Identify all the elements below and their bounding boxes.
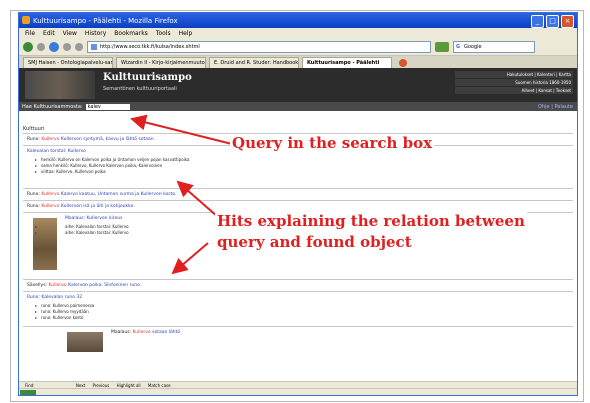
close-button[interactable]: × [561,15,574,28]
hit-bullet: viittaa: Kullervo, Kullervon poika [27,169,569,175]
annotation-query: Query in the search box [230,134,435,152]
result-text[interactable]: Kullervon syntymä, kasvu ja lähtö sotaan… [61,137,155,142]
result-prefix: Runo: [27,137,40,142]
menu-edit[interactable]: Edit [43,30,55,37]
menu-file[interactable]: File [25,30,35,37]
result-prefix: Runo: [27,192,40,197]
result-block-5: Maalaus: Kullervo sotaan lähtö [23,326,573,357]
url-bar[interactable]: http://www.seco.tkk.fi/kulsa/index.shtml [87,40,431,53]
result-text[interactable]: Kalervon poika. Sinfoninen runo. [68,283,141,288]
search-engine-box[interactable]: Google [453,40,535,53]
site-links: Hakutulokset | Kalenteri | Kartta Suomen… [455,71,573,95]
tab-4[interactable]: Kulttuurisampo - Päälehti [302,57,392,68]
result-row[interactable]: Sävellys: Kullervo Kalervon poika. Sinfo… [23,279,573,291]
minimize-button[interactable]: _ [531,15,544,28]
menu-tools[interactable]: Tools [156,30,171,37]
menu-history[interactable]: History [85,30,106,37]
taskbar [19,388,577,395]
search-label: Hae Kulttuurisammosta: [22,103,83,110]
annotation-hits: Hits explaining the relation between que… [215,211,527,253]
result-text[interactable]: Kullervon isä ja äiti ja kotijoukko. [61,204,135,209]
maximize-button[interactable]: □ [546,15,559,28]
result-head[interactable]: Runo: Kalevalan runo 32 [27,295,569,300]
result-text[interactable]: Kalervo kaatuu, Untamon surma ja Kullerv… [61,192,177,197]
tab-1[interactable]: SMJ Haisen - Ontologiapalvelu-sanast... [23,57,113,68]
forward-icon[interactable] [37,42,45,51]
back-icon[interactable] [23,41,33,52]
result-row[interactable]: Runo: Kullervo Kalervo kaatuu, Untamon s… [23,188,573,200]
site-logo-image [25,71,95,99]
window-title: Kulttuurisampo - Päälehti - Mozilla Fire… [33,16,178,25]
site-header: Kulttuurisampo Semanttinen kulttuuriport… [19,68,577,102]
site-link-3[interactable]: Aiheet | Kansat | Teokset [455,87,573,94]
go-button[interactable] [435,41,449,52]
annotation-hits-line-1: Hits explaining the relation between [217,212,525,230]
navigation-toolbar: http://www.seco.tkk.fi/kulsa/index.shtml… [19,38,577,56]
menu-view[interactable]: View [63,30,77,37]
browser-window: Kulttuurisampo - Päälehti - Mozilla Fire… [18,12,578,396]
menu-help[interactable]: Help [179,30,193,37]
result-highlight: Kullervo [41,204,60,209]
menu-bar: File Edit View History Bookmarks Tools H… [19,28,577,38]
result-highlight: Kullervo [132,330,151,335]
breadcrumb: Kulttuuri [23,126,45,132]
result-prefix: Sävellys: [27,283,48,288]
site-subtitle: Semanttinen kulttuuriportaali [103,86,177,92]
result-highlight: Kullervo [41,137,60,142]
home-icon[interactable] [75,42,83,51]
tab-2[interactable]: Wizardin II - Kirjo-kirjaimenmuutoksia [116,57,206,68]
stop-icon[interactable] [63,42,71,51]
result-highlight: Kullervo [41,192,60,197]
search-row: Hae Kulttuurisammosta: kalev Ohje | Pala… [19,102,577,111]
close-tab-icon[interactable] [399,59,407,67]
start-button[interactable] [20,390,36,395]
result-prefix: Maalaus: [111,330,132,335]
result-block-4: Runo: Kalevalan runo 32 runo: Kullervo p… [23,291,573,326]
site-link-1[interactable]: Hakutulokset | Kalenteri | Kartta [455,71,573,78]
result-prefix: Runo: [27,204,40,209]
site-title[interactable]: Kulttuurisampo [103,72,192,83]
tab-3[interactable]: E. Druid and R. Studer: Handbook on ... [209,57,299,68]
tab-bar: SMJ Haisen - Ontologiapalvelu-sanast... … [19,56,577,68]
title-bar: Kulttuurisampo - Päälehti - Mozilla Fire… [19,13,577,28]
results-content: Kulttuuri Runo: Kullervo Kullervon synty… [19,125,577,381]
result-highlight: Kullervo [48,283,67,288]
site-link-2[interactable]: Suomen historia 1860-1950 [455,79,573,86]
reload-icon[interactable] [49,41,59,52]
firefox-icon [22,16,30,24]
search-input[interactable]: kalev [85,103,130,110]
annotation-hits-line-2: query and found object [217,233,412,251]
result-text[interactable]: sotaan lähtö [152,330,180,335]
help-links[interactable]: Ohje | Palaute [538,104,577,110]
hit-bullet: runo: Kullervon kosto [27,315,569,321]
painting-thumbnail[interactable] [67,332,103,352]
menu-bookmarks[interactable]: Bookmarks [114,30,148,37]
